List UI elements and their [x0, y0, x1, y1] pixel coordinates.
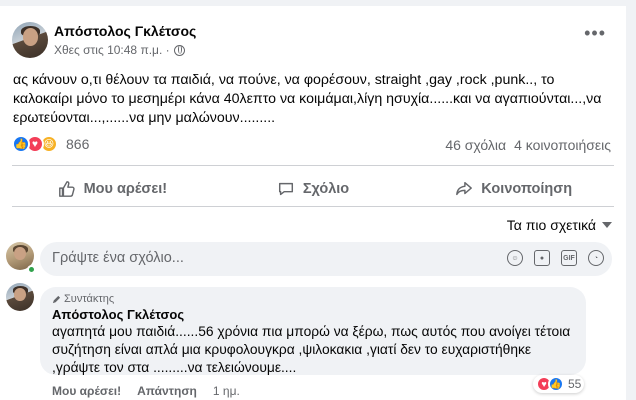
thumbs-up-icon — [58, 181, 75, 197]
comment-text: αγαπητά μου παιδιά......56 χρόνια πια μπ… — [52, 324, 571, 375]
post-stats: 46 σχόλια 4 κοινοποιήσεις — [445, 137, 611, 153]
comment-input[interactable] — [52, 250, 452, 266]
post-time-text[interactable]: Χθες στις 10:48 π.μ. · — [54, 43, 170, 57]
comment-age[interactable]: 1 ημ. — [213, 384, 240, 398]
pencil-icon — [52, 295, 61, 303]
commenter-avatar[interactable] — [6, 283, 34, 311]
comments-count[interactable]: 46 σχόλια — [445, 137, 506, 153]
post-text: ας κάνουν ο,τι θέλουν τα παιδιά, να πούν… — [13, 72, 602, 126]
sort-label: Τα πιο σχετικά — [506, 217, 596, 233]
comment-icon — [278, 182, 293, 196]
like-button[interactable]: Μου αρέσει! — [12, 172, 213, 206]
comment-reply-button[interactable]: Απάντηση — [137, 384, 197, 398]
share-button-label: Κοινοποίηση — [481, 181, 573, 197]
more-options-icon[interactable]: ••• — [584, 24, 606, 42]
comment-button[interactable]: Σχόλιο — [213, 172, 414, 206]
gif-icon[interactable]: GIF — [561, 250, 577, 266]
reaction-count[interactable]: 866 — [66, 136, 89, 152]
divider-bottom — [12, 206, 614, 207]
post-actions-bar: Μου αρέσει! Σχόλιο Κοινοποίηση — [12, 172, 614, 206]
sticker-icon[interactable]: ◔ — [588, 250, 604, 266]
comment-sort-dropdown[interactable]: Τα πιο σχετικά — [507, 217, 612, 233]
emoji-icon[interactable]: ☺ — [507, 250, 523, 266]
share-icon — [456, 181, 473, 196]
divider-top — [12, 165, 614, 166]
author-avatar[interactable] — [12, 22, 48, 58]
like-button-label: Μου αρέσει! — [83, 181, 168, 197]
author-badge-label: Συντάκτης — [64, 293, 115, 305]
post-card: Απόστολος Γκλέτσος Χθες στις 10:48 π.μ. … — [0, 6, 626, 400]
composer-icons: ☺ ● GIF ◔ — [507, 250, 604, 266]
shares-count[interactable]: 4 κοινοποιήσεις — [514, 137, 611, 153]
comment-composer[interactable]: ☺ ● GIF ◔ — [40, 242, 612, 276]
like-reaction-icon: 👍 — [12, 135, 30, 153]
comment-reactions[interactable]: ♥ 👍 55 — [533, 375, 585, 393]
caret-down-icon — [602, 222, 612, 228]
post-author-name[interactable]: Απόστολος Γκλέτσος — [54, 23, 196, 39]
comment-actions: Μου αρέσει! Απάντηση 1 ημ. — [52, 384, 240, 398]
comment-button-label: Σχόλιο — [302, 181, 350, 197]
comment-bubble: Συντάκτης Απόστολος Γκλέτσος αγαπητά μου… — [40, 287, 586, 375]
online-status-icon — [27, 265, 36, 274]
comment-author-name[interactable]: Απόστολος Γκλέτσος — [52, 307, 184, 322]
comment-reaction-count: 55 — [568, 377, 582, 391]
post-reactions[interactable]: 👍 ♥ 😆 866 — [12, 135, 89, 153]
camera-icon[interactable]: ● — [534, 250, 550, 266]
post-timestamp[interactable]: Χθες στις 10:48 π.μ. · — [54, 43, 185, 57]
author-badge: Συντάκτης — [52, 293, 114, 305]
globe-icon — [173, 44, 185, 56]
comment-like-button[interactable]: Μου αρέσει! — [52, 384, 121, 398]
share-button[interactable]: Κοινοποίηση — [413, 172, 614, 206]
like-reaction-icon: 👍 — [548, 376, 564, 392]
